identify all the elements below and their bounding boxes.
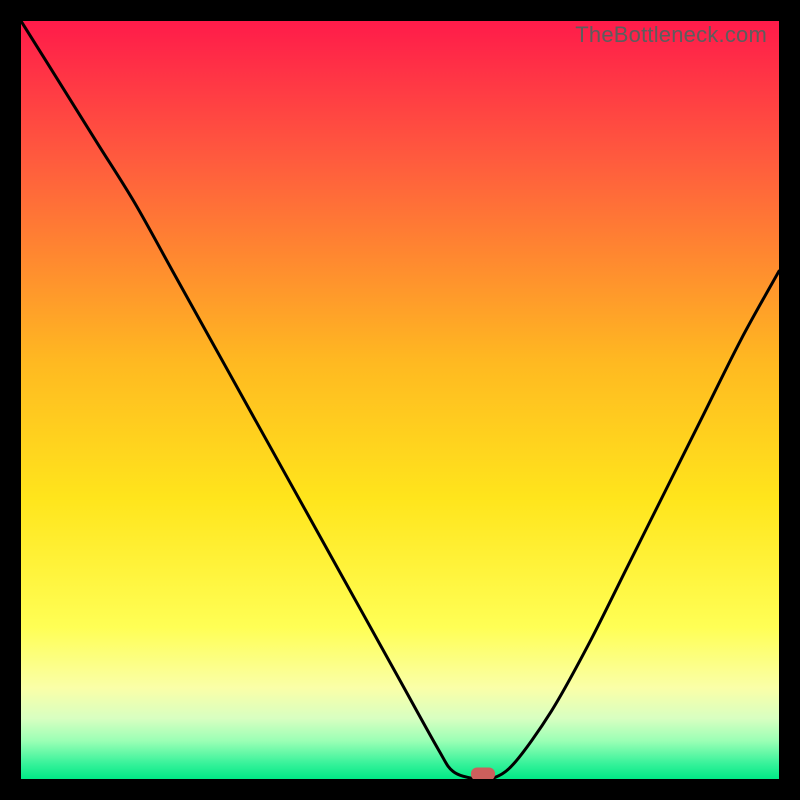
- chart-frame: TheBottleneck.com: [0, 0, 800, 800]
- optimal-point-marker: [471, 768, 495, 780]
- bottleneck-curve: [21, 21, 779, 779]
- plot-area: TheBottleneck.com: [21, 21, 779, 779]
